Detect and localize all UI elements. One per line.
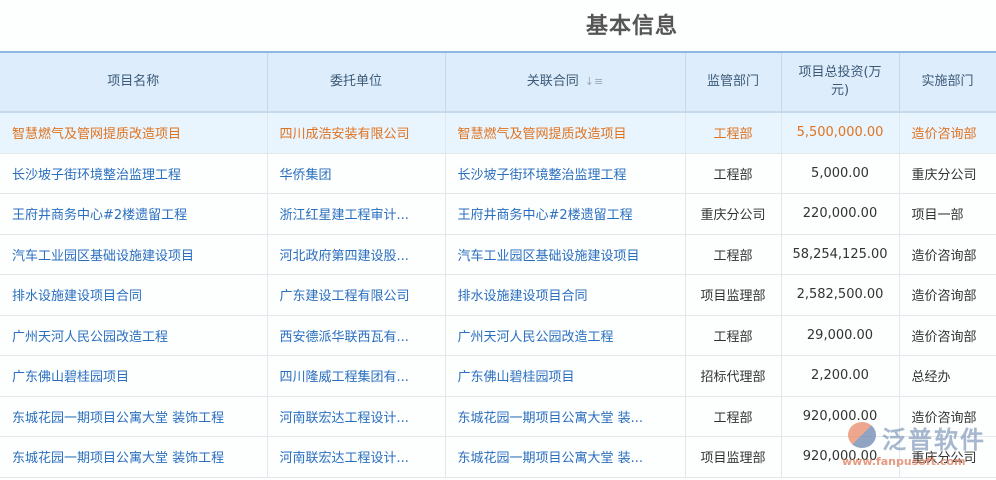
project-name-link[interactable]: 长沙坡子街环境整治监理工程 [0,153,268,194]
supervisor-dept: 工程部 [685,234,782,275]
supervisor-dept: 工程部 [685,315,782,356]
contract-link[interactable]: 智慧燃气及管网提质改造项目 [445,112,686,154]
client-link[interactable]: 广东建设工程有限公司 [267,274,446,316]
table-row[interactable]: 广州天河人民公园改造工程 西安德派华联西瓦有... 广州天河人民公园改造工程 工程部 2… [0,315,996,356]
project-name-link[interactable]: 汽车工业园区基础设施建设项目 [0,234,268,275]
col-header-dept[interactable]: 实施部门 [899,51,996,113]
impl-dept: 重庆分公司 [899,153,996,194]
investment-value: 58,254,125.00 [781,234,900,275]
project-name-link[interactable]: 东城花园一期项目公寓大堂 装饰工程 [0,396,268,437]
project-table: 项目名称 委托单位 关联合同 ↓≡ 监管部门 项目总投资(万元) 实施部门 智慧燃… [0,51,996,478]
impl-dept: 造价咨询部 [899,315,996,356]
watermark-logo: 泛普软件 www.fanpusoft.com [842,420,986,468]
contract-link[interactable]: 汽车工业园区基础设施建设项目 [445,234,686,275]
table-row[interactable]: 汽车工业园区基础设施建设项目 河北政府第四建设股... 汽车工业园区基础设施建设项目… [0,234,996,275]
col-header-contract-label: 关联合同 [526,74,579,89]
client-link[interactable]: 四川隆威工程集团有... [267,355,446,397]
investment-value: 5,000.00 [781,153,900,194]
watermark-url: www.fanpusoft.com [842,455,966,468]
client-link[interactable]: 河南联宏达工程设计... [267,436,446,478]
table-header: 项目名称 委托单位 关联合同 ↓≡ 监管部门 项目总投资(万元) 实施部门 [0,51,996,113]
supervisor-dept: 工程部 [685,112,782,154]
logo-icon [848,422,876,448]
project-name-link[interactable]: 王府井商务中心#2楼遗留工程 [0,193,268,235]
investment-value: 29,000.00 [781,315,900,356]
table-row[interactable]: 王府井商务中心#2楼遗留工程 浙江红星建工程审计... 王府井商务中心#2楼遗留工程… [0,193,996,235]
supervisor-dept: 项目监理部 [685,436,782,478]
col-header-investment[interactable]: 项目总投资(万元) [781,51,900,113]
client-link[interactable]: 河北政府第四建设股... [267,234,446,275]
supervisor-dept: 工程部 [685,153,782,194]
investment-value: 5,500,000.00 [781,112,900,154]
sort-icon[interactable]: ↓≡ [585,75,603,88]
client-link[interactable]: 西安德派华联西瓦有... [267,315,446,356]
contract-link[interactable]: 东城花园一期项目公寓大堂 装... [445,396,686,437]
supervisor-dept: 重庆分公司 [685,193,782,235]
col-header-name[interactable]: 项目名称 [0,51,268,113]
impl-dept: 项目一部 [899,193,996,235]
project-name-link[interactable]: 排水设施建设项目合同 [0,274,268,316]
supervisor-dept: 招标代理部 [685,355,782,397]
impl-dept: 造价咨询部 [899,274,996,316]
supervisor-dept: 工程部 [685,396,782,437]
watermark-name: 泛普软件 [882,426,986,454]
impl-dept: 造价咨询部 [899,112,996,154]
col-header-contract[interactable]: 关联合同 ↓≡ [445,51,686,113]
page-title: 基本信息 [585,14,678,39]
client-link[interactable]: 河南联宏达工程设计... [267,396,446,437]
table-row[interactable]: 长沙坡子街环境整治监理工程 华侨集团 长沙坡子街环境整治监理工程 工程部 5,000.0… [0,153,996,194]
project-name-link[interactable]: 智慧燃气及管网提质改造项目 [0,112,268,154]
contract-link[interactable]: 广东佛山碧桂园项目 [445,355,686,397]
contract-link[interactable]: 东城花园一期项目公寓大堂 装... [445,436,686,478]
project-name-link[interactable]: 东城花园一期项目公寓大堂 装饰工程 [0,436,268,478]
client-link[interactable]: 四川成浩安装有限公司 [267,112,446,154]
project-name-link[interactable]: 广州天河人民公园改造工程 [0,315,268,356]
investment-value: 220,000.00 [781,193,900,235]
investment-value: 2,200.00 [781,355,900,397]
client-link[interactable]: 华侨集团 [267,153,446,194]
impl-dept: 总经办 [899,355,996,397]
col-header-supervisor[interactable]: 监管部门 [685,51,782,113]
investment-value: 2,582,500.00 [781,274,900,316]
col-header-client[interactable]: 委托单位 [267,51,446,113]
contract-link[interactable]: 王府井商务中心#2楼遗留工程 [445,193,686,235]
supervisor-dept: 项目监理部 [685,274,782,316]
table-row[interactable]: 广东佛山碧桂园项目 四川隆威工程集团有... 广东佛山碧桂园项目 招标代理部 2,200… [0,355,996,397]
client-link[interactable]: 浙江红星建工程审计... [267,193,446,235]
impl-dept: 造价咨询部 [899,234,996,275]
contract-link[interactable]: 排水设施建设项目合同 [445,274,686,316]
table-row[interactable]: 排水设施建设项目合同 广东建设工程有限公司 排水设施建设项目合同 项目监理部 2,582… [0,274,996,316]
contract-link[interactable]: 广州天河人民公园改造工程 [445,315,686,356]
contract-link[interactable]: 长沙坡子街环境整治监理工程 [445,153,686,194]
project-name-link[interactable]: 广东佛山碧桂园项目 [0,355,268,397]
table-row[interactable]: 智慧燃气及管网提质改造项目 四川成浩安装有限公司 智慧燃气及管网提质改造项目 工程部 5… [0,112,996,154]
